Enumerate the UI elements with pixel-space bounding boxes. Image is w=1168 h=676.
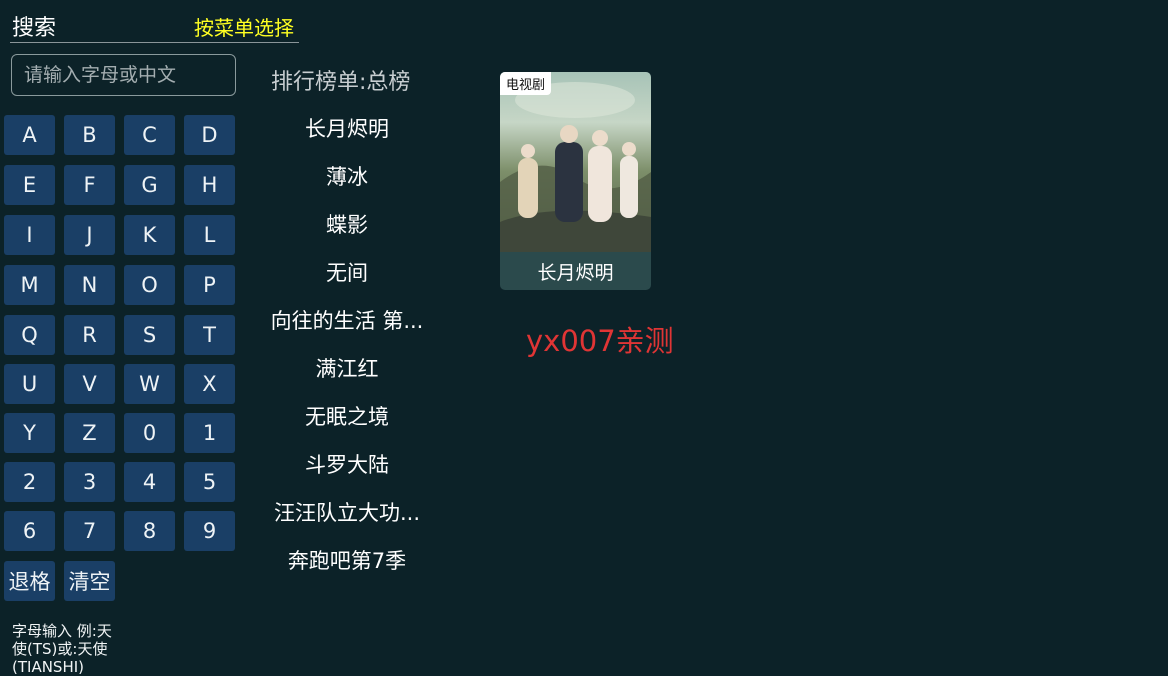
key-a[interactable]: A xyxy=(4,115,55,155)
result-card[interactable]: 电视剧 长月烬明 xyxy=(500,72,651,290)
backspace-button[interactable]: 退格 xyxy=(4,561,55,601)
key-o[interactable]: O xyxy=(124,265,175,305)
ranking-item[interactable]: 斗罗大陆 xyxy=(262,440,432,488)
ranking-item[interactable]: 无眠之境 xyxy=(262,392,432,440)
ranking-list: 长月烬明 薄冰 蝶影 无间 向往的生活 第... 满江红 无眠之境 斗罗大陆 汪… xyxy=(262,104,432,584)
key-w[interactable]: W xyxy=(124,364,175,404)
key-x[interactable]: X xyxy=(184,364,235,404)
ranking-item[interactable]: 满江红 xyxy=(262,344,432,392)
title-divider xyxy=(10,42,299,43)
key-l[interactable]: L xyxy=(184,215,235,255)
key-j[interactable]: J xyxy=(64,215,115,255)
overlay-caption: yx007亲测 xyxy=(526,324,674,358)
key-u[interactable]: U xyxy=(4,364,55,404)
ranking-item[interactable]: 蝶影 xyxy=(262,200,432,248)
ranking-item[interactable]: 汪汪队立大功... xyxy=(262,488,432,536)
poster-art xyxy=(500,82,651,252)
key-m[interactable]: M xyxy=(4,265,55,305)
ranking-title: 排行榜单:总榜 xyxy=(271,70,411,95)
ranking-item[interactable]: 向往的生活 第... xyxy=(262,296,432,344)
ranking-item[interactable]: 奔跑吧第7季 xyxy=(262,536,432,584)
key-3[interactable]: 3 xyxy=(64,462,115,502)
key-y[interactable]: Y xyxy=(4,413,55,453)
key-e[interactable]: E xyxy=(4,165,55,205)
key-r[interactable]: R xyxy=(64,315,115,355)
search-input[interactable] xyxy=(11,54,236,96)
ranking-item[interactable]: 薄冰 xyxy=(262,152,432,200)
key-4[interactable]: 4 xyxy=(124,462,175,502)
key-t[interactable]: T xyxy=(184,315,235,355)
key-8[interactable]: 8 xyxy=(124,511,175,551)
key-i[interactable]: I xyxy=(4,215,55,255)
key-0[interactable]: 0 xyxy=(124,413,175,453)
card-title: 长月烬明 xyxy=(537,261,614,284)
clear-button[interactable]: 清空 xyxy=(64,561,115,601)
key-n[interactable]: N xyxy=(64,265,115,305)
category-tag: 电视剧 xyxy=(500,72,552,95)
key-q[interactable]: Q xyxy=(4,315,55,355)
poster-image xyxy=(500,72,651,252)
key-p[interactable]: P xyxy=(184,265,235,305)
menu-hint: 按菜单选择 xyxy=(194,16,294,40)
key-d[interactable]: D xyxy=(184,115,235,155)
key-1[interactable]: 1 xyxy=(184,413,235,453)
page-title: 搜索 xyxy=(12,16,57,41)
key-c[interactable]: C xyxy=(124,115,175,155)
key-b[interactable]: B xyxy=(64,115,115,155)
key-s[interactable]: S xyxy=(124,315,175,355)
key-k[interactable]: K xyxy=(124,215,175,255)
key-2[interactable]: 2 xyxy=(4,462,55,502)
key-9[interactable]: 9 xyxy=(184,511,235,551)
key-f[interactable]: F xyxy=(64,165,115,205)
key-v[interactable]: V xyxy=(64,364,115,404)
key-h[interactable]: H xyxy=(184,165,235,205)
ranking-item[interactable]: 长月烬明 xyxy=(262,104,432,152)
key-5[interactable]: 5 xyxy=(184,462,235,502)
key-z[interactable]: Z xyxy=(64,413,115,453)
key-g[interactable]: G xyxy=(124,165,175,205)
ranking-item[interactable]: 无间 xyxy=(262,248,432,296)
key-7[interactable]: 7 xyxy=(64,511,115,551)
key-6[interactable]: 6 xyxy=(4,511,55,551)
